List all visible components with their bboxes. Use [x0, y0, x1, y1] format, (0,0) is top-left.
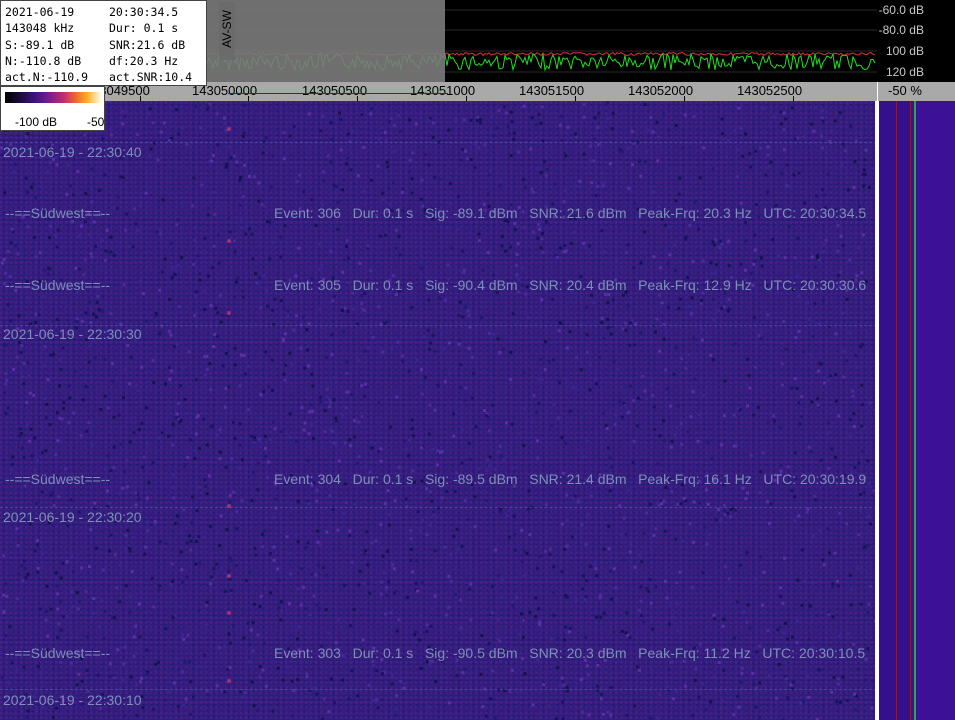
- db-scale: -60.0 dB -80.0 dB 100 dB 120 dB: [877, 0, 955, 82]
- color-scale-high: -50: [87, 115, 105, 129]
- level-side-panel-shade: [879, 101, 910, 720]
- timestamp-label: 2021-06-19 - 22:30:10: [3, 692, 142, 708]
- info-act-noise: act.N:-110.9: [5, 70, 89, 84]
- info-df: df:20.3 Hz: [109, 54, 179, 68]
- event-info: Event: 305 Dur: 0.1 s Sig: -90.4 dBm SNR…: [274, 277, 867, 293]
- spectrum-channel-label: AV-SW: [219, 2, 235, 60]
- info-noise: N:-110.8 dB: [5, 54, 82, 68]
- level-marker-line: [910, 101, 911, 720]
- event-station: --==Südwest==--: [5, 277, 111, 293]
- info-snr: SNR:21.6 dB: [109, 38, 186, 52]
- waterfall-noise: [0, 101, 877, 720]
- color-scale-legend: -100 dB -50: [0, 86, 105, 131]
- waterfall-display[interactable]: 2021-06-19 - 22:30:40 2021-06-19 - 22:30…: [0, 101, 877, 720]
- color-scale-low: -100 dB: [15, 115, 58, 129]
- timestamp-label: 2021-06-19 - 22:30:20: [3, 509, 142, 525]
- info-duration: Dur: 0.1 s: [109, 21, 179, 35]
- db-label: 100 dB: [885, 44, 924, 58]
- event-station: --==Südwest==--: [5, 645, 111, 661]
- level-threshold-line: [914, 101, 916, 720]
- info-signal: S:-89.1 dB: [5, 38, 75, 52]
- event-station: --==Südwest==--: [5, 205, 111, 221]
- event-info: Event: 303 Dur: 0.1 s Sig: -90.5 dBm SNR…: [274, 645, 866, 661]
- event-station: --==Südwest==--: [5, 471, 111, 487]
- grid-line: [0, 689, 877, 690]
- event-info: Event: 304 Dur: 0.1 s Sig: -89.5 dBm SNR…: [274, 471, 867, 487]
- percent-indicator: -50 %: [877, 82, 955, 101]
- info-date: 2021-06-19: [5, 5, 75, 19]
- grid-line: [0, 142, 877, 143]
- timestamp-label: 2021-06-19 - 22:30:30: [3, 326, 142, 342]
- measurement-info-box: 2021-06-19 20:30:34.5 143048 kHz Dur: 0.…: [0, 0, 207, 86]
- info-time: 20:30:34.5: [109, 5, 179, 19]
- grid-line: [0, 507, 877, 508]
- db-label: -60.0 dB: [878, 3, 924, 17]
- db-label: -80.0 dB: [878, 23, 924, 37]
- info-act-snr: act.SNR:10.4: [109, 70, 193, 84]
- percent-value: -50 %: [888, 83, 922, 98]
- spectrum-highlight-region: [207, 0, 445, 82]
- level-marker-line: [896, 101, 897, 720]
- color-gradient-bar: [5, 92, 102, 103]
- timestamp-label: 2021-06-19 - 22:30:40: [3, 144, 142, 160]
- db-label: 120 dB: [885, 65, 924, 79]
- event-info: Event: 306 Dur: 0.1 s Sig: -89.1 dBm SNR…: [274, 205, 867, 221]
- frequency-selection-line: [228, 93, 448, 94]
- info-frequency: 143048 kHz: [5, 21, 75, 35]
